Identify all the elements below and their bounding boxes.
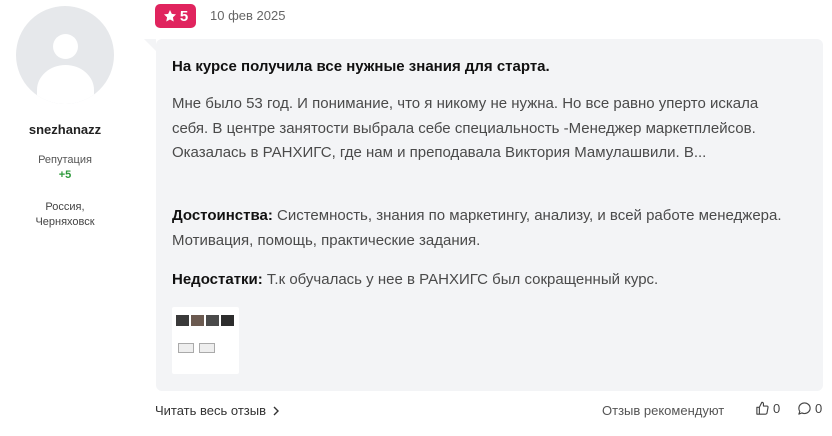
author-username[interactable]: snezhanazz	[0, 122, 130, 137]
location-city: Черняховск	[35, 216, 95, 228]
cons-label: Недостатки:	[172, 271, 263, 288]
review-date: 10 фев 2025	[210, 8, 286, 23]
read-full-review-link[interactable]: Читать весь отзыв	[155, 403, 280, 418]
review-body: Мне было 53 год. И понимание, что я нико…	[172, 95, 759, 161]
review-cons: Недостатки: Т.к обучалась у нее в РАНХИГ…	[172, 268, 792, 293]
chevron-right-icon	[273, 406, 280, 415]
comment-icon	[798, 402, 811, 415]
recommend-label: Отзыв рекомендуют	[602, 403, 725, 418]
pros-label: Достоинства:	[172, 207, 273, 224]
review-pros: Достоинства: Системность, знания по марк…	[172, 204, 792, 253]
read-full-review-label: Читать весь отзыв	[155, 403, 267, 418]
rating-value: 5	[179, 7, 189, 25]
thumbs-up-icon	[756, 401, 769, 415]
rating-badge: 5	[155, 4, 196, 28]
review-title[interactable]: На курсе получила все нужные знания для …	[172, 58, 550, 75]
reputation-value: +5	[58, 169, 72, 181]
cons-text: Т.к обучалась у нее в РАНХИГС был сокращ…	[262, 271, 659, 288]
likes-count: 0	[773, 401, 781, 416]
review-card: На курсе получила все нужные знания для …	[144, 39, 823, 391]
reputation-label: Репутация	[38, 154, 92, 166]
review-photo-thumbnail[interactable]	[172, 307, 239, 374]
comments-count: 0	[815, 401, 823, 416]
star-icon	[163, 10, 176, 22]
like-button[interactable]: 0	[755, 401, 780, 416]
author-location: Россия, Черняховск	[0, 200, 130, 230]
avatar[interactable]	[16, 6, 114, 104]
location-country: Россия,	[45, 201, 85, 213]
comments-button[interactable]: 0	[797, 401, 822, 416]
